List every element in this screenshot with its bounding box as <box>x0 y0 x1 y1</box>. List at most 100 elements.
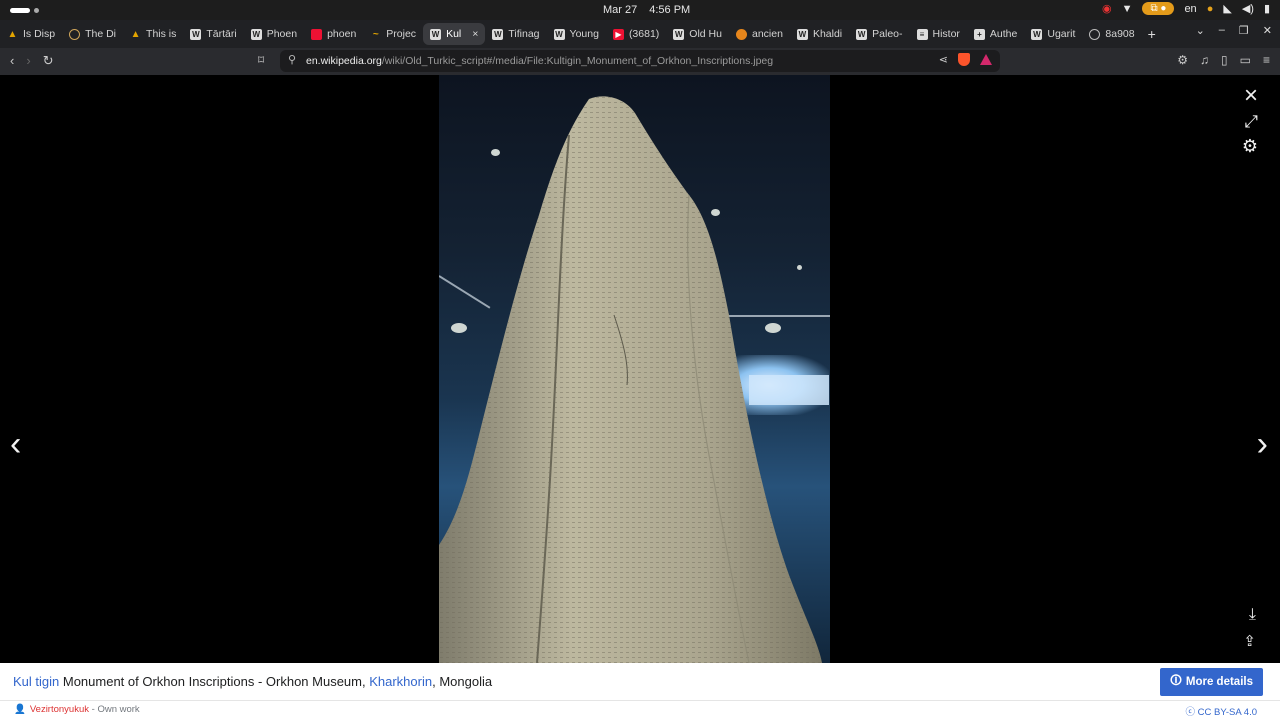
brave-shields-icon[interactable] <box>958 53 970 66</box>
record-icon[interactable]: ◉ <box>1102 2 1112 15</box>
wikipedia-icon: W <box>250 28 262 40</box>
menu-icon[interactable]: ≡ <box>1263 53 1270 67</box>
tab-7[interactable]: W Kul × <box>423 23 486 45</box>
minimize-icon[interactable]: – <box>1219 24 1225 37</box>
tab-0[interactable]: ▲ Is Disp <box>0 23 62 45</box>
media-icon[interactable]: ♫ <box>1200 53 1209 67</box>
wikipedia-icon: W <box>796 28 808 40</box>
license-link[interactable]: ⓒ CC BY-SA 4.0 <box>1186 704 1257 718</box>
tab-15[interactable]: ≡ Histor <box>910 23 967 45</box>
workspace-indicator[interactable] <box>10 8 39 13</box>
wikipedia-icon: W <box>1031 28 1043 40</box>
tab-label: This is <box>146 28 177 40</box>
details-icon: 🛈 <box>1170 674 1182 687</box>
tab-12[interactable]: ancien <box>729 23 790 45</box>
site-settings-icon[interactable]: ⚲ <box>288 53 296 66</box>
tab-4[interactable]: W Phoen <box>244 23 304 45</box>
time-label: 4:56 PM <box>649 4 691 16</box>
tab-label: The Di <box>85 28 117 40</box>
share-icon[interactable]: ⋖ <box>939 53 948 66</box>
tab-label: Kul <box>446 28 462 40</box>
extensions-icon[interactable]: ⚙ <box>1177 53 1188 67</box>
brave-rewards-icon[interactable] <box>980 54 992 65</box>
sidebar-icon[interactable]: ▯ <box>1221 53 1228 67</box>
caption-text-2: , Mongolia <box>432 674 493 689</box>
tab-label: 8a908 <box>1105 28 1135 40</box>
tab-search-icon[interactable]: ⌄ <box>1196 24 1205 37</box>
user-icon: 👤 <box>14 704 26 715</box>
more-details-label: More details <box>1185 676 1253 688</box>
tab-label: Old Hu <box>689 28 722 40</box>
tab-label: Phoen <box>266 28 298 40</box>
credits-bar: 👤 Vezirtonyukuk - Own work ⓒ CC BY-SA 4.0 <box>0 701 1280 720</box>
forward-icon[interactable]: › <box>26 53 30 69</box>
clock[interactable]: Mar 27 4:56 PM <box>603 4 702 16</box>
monument-photo <box>439 75 830 663</box>
reload-icon[interactable]: ↻ <box>43 53 54 69</box>
fullscreen-icon[interactable]: ⤢ <box>1244 112 1258 132</box>
previous-image-icon[interactable]: ‹ <box>10 425 21 464</box>
maximize-icon[interactable]: ❐ <box>1239 24 1249 37</box>
language-indicator[interactable]: en <box>1184 3 1196 15</box>
wifi-filter-icon[interactable]: ▼ <box>1122 3 1133 15</box>
new-tab-button[interactable]: + <box>1148 26 1156 42</box>
kul-tigin-link[interactable]: Kul tigin <box>13 674 59 689</box>
tab-9[interactable]: W Young <box>547 23 606 45</box>
search-icon <box>311 28 323 40</box>
close-window-icon[interactable]: ✕ <box>1263 24 1272 37</box>
url-text[interactable]: en.wikipedia.org/wiki/Old_Turkic_script#… <box>306 55 773 67</box>
wikipedia-icon: W <box>190 28 202 40</box>
tab-16[interactable]: + Authe <box>967 23 1024 45</box>
tab-5[interactable]: phoen <box>304 23 363 45</box>
tab-label: Tārtāri <box>206 28 237 40</box>
system-tray: ◉ ▼ ⧉ ● en ● ◣ ◀) ▮ <box>1102 2 1270 15</box>
tab-17[interactable]: W Ugarit <box>1024 23 1082 45</box>
network-icon[interactable]: ◣ <box>1223 2 1231 15</box>
wikipedia-icon: W <box>492 28 504 40</box>
back-icon[interactable]: ‹ <box>10 53 14 69</box>
battery-icon[interactable]: ▮ <box>1264 2 1270 15</box>
close-icon[interactable]: × <box>1244 84 1258 108</box>
url-host: en.wikipedia.org <box>306 55 382 67</box>
ring-icon <box>69 28 81 40</box>
triangle-icon: ▲ <box>7 28 18 40</box>
date-label: Mar 27 <box>603 4 638 16</box>
next-image-icon[interactable]: › <box>1257 425 1268 464</box>
tab-14[interactable]: W Paleo- <box>849 23 909 45</box>
tab-label: Projec <box>386 28 417 40</box>
gear-icon[interactable]: ⚙ <box>1242 136 1258 157</box>
more-details-button[interactable]: 🛈 More details <box>1160 668 1263 696</box>
tab-label: Paleo- <box>872 28 903 40</box>
share-icon[interactable]: ⇪ <box>1243 632 1256 650</box>
browser-toolbar: ‹ › ↻ ⌑ ⚲ en.wikipedia.org/wiki/Old_Turk… <box>0 48 1280 75</box>
author-link[interactable]: Vezirtonyukuk <box>30 704 89 715</box>
tab-8[interactable]: W Tifinag <box>485 23 546 45</box>
caption-text-1: Monument of Orkhon Inscriptions - Orkhon… <box>59 674 370 689</box>
wikipedia-icon: W <box>553 28 565 40</box>
tab-label: (3681) <box>628 28 660 40</box>
url-path: /wiki/Old_Turkic_script#/media/File:Kult… <box>381 55 774 67</box>
tab-11[interactable]: W Old Hu <box>666 23 729 45</box>
tab-1[interactable]: The Di <box>62 23 123 45</box>
tab-13[interactable]: W Khaldi <box>790 23 849 45</box>
tab-6[interactable]: ~ Projec <box>363 23 423 45</box>
license-label: CC BY-SA 4.0 <box>1197 707 1257 718</box>
wallet-icon[interactable]: ▭ <box>1240 53 1251 67</box>
address-bar[interactable]: ⌑ ⚲ en.wikipedia.org/wiki/Old_Turkic_scr… <box>258 50 1000 72</box>
tab-10[interactable]: ▶ (3681) <box>606 23 666 45</box>
tab-label: ancien <box>751 28 783 40</box>
tab-label: Authe <box>989 28 1018 40</box>
tab-18[interactable]: 8a908 <box>1082 23 1141 45</box>
microphone-icon[interactable]: ● <box>1207 3 1214 15</box>
volume-icon[interactable]: ◀) <box>1242 2 1254 15</box>
close-tab-icon[interactable]: × <box>472 28 478 40</box>
download-icon[interactable]: ⤓ <box>1249 606 1256 624</box>
kharkhorin-link[interactable]: Kharkhorin <box>369 674 432 689</box>
cc-icon: ⓒ <box>1185 707 1196 718</box>
window-controls: ⌄ – ❐ ✕ <box>1196 24 1272 37</box>
screen-share-icon[interactable]: ⧉ ● <box>1142 2 1175 15</box>
tab-strip: ▲ Is Disp The Di ▲ This is W Tārtāri W Phoen phoe… <box>0 20 1280 48</box>
bookmark-icon[interactable]: ⌑ <box>258 53 264 67</box>
tab-2[interactable]: ▲ This is <box>123 23 183 45</box>
tab-3[interactable]: W Tārtāri <box>183 23 243 45</box>
